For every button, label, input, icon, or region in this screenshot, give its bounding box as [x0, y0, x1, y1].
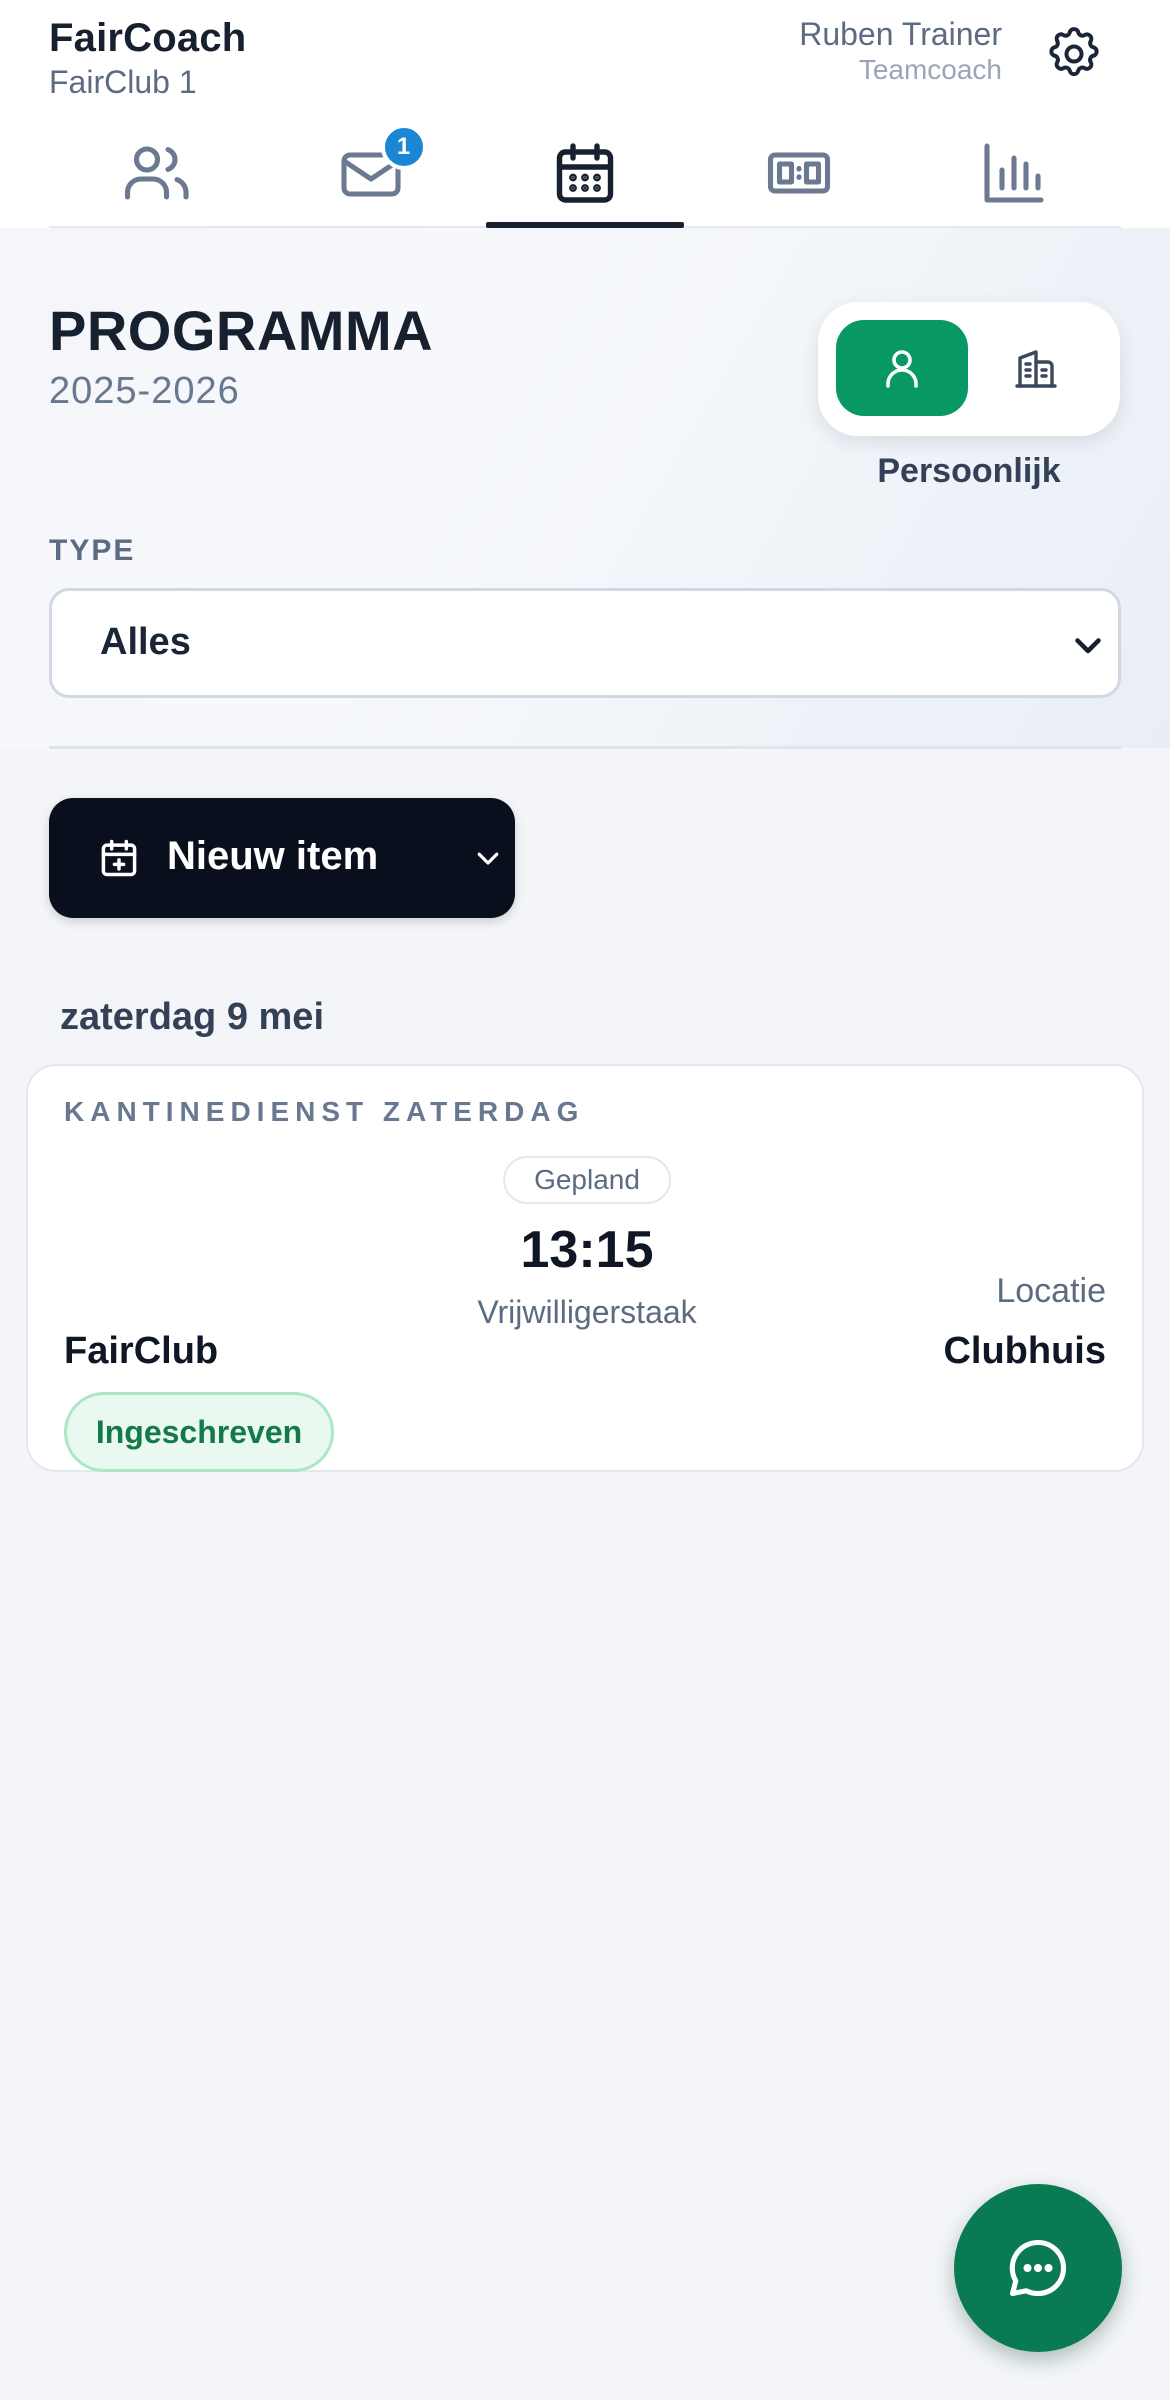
chat-button[interactable] [954, 2184, 1122, 2352]
unread-badge: 1 [380, 124, 427, 170]
event-subtitle: Vrijwilligerstaak [477, 1294, 697, 1330]
chat-bubble-icon [1009, 2239, 1067, 2297]
toggle-personal-button[interactable] [836, 320, 968, 416]
chevron-down-icon [477, 852, 499, 865]
app-name: FairCoach [49, 16, 247, 60]
event-type: KANTINEDIENST ZATERDAG [64, 1096, 585, 1127]
event-team: FairClub [64, 1330, 219, 1372]
calendar-plus-icon [101, 839, 137, 877]
tab-messages[interactable]: 1 [263, 120, 477, 226]
schedule-card[interactable]: KANTINEDIENST ZATERDAG Gepland 13:15 Vri… [26, 1064, 1144, 1472]
club-name[interactable]: FairClub 1 [49, 64, 197, 101]
building-icon [1015, 350, 1057, 388]
scoreboard-icon [768, 152, 831, 194]
team-icon [125, 146, 189, 200]
type-filter-label: TYPE [49, 534, 136, 567]
enrollment-badge[interactable]: Ingeschreven [64, 1392, 334, 1472]
new-item-label: Nieuw item [167, 834, 379, 878]
tab-calendar[interactable] [478, 120, 692, 228]
day-heading: zaterdag 9 mei [60, 996, 324, 1038]
event-time: 13:15 [520, 1221, 654, 1279]
status-badge: Gepland [503, 1156, 671, 1204]
gear-icon[interactable] [1044, 24, 1104, 84]
stats-icon [984, 143, 1044, 203]
view-toggle-label: Persoonlijk [877, 452, 1061, 490]
location-value: Clubhuis [943, 1330, 1106, 1372]
location-label: Locatie [996, 1272, 1106, 1310]
user-name[interactable]: Ruben Trainer [799, 16, 1002, 53]
type-filter-select[interactable]: Alles [49, 588, 1121, 698]
new-item-button[interactable]: Nieuw item [49, 798, 515, 918]
app-header: FairCoach FairClub 1 Ruben Trainer Teamc… [0, 0, 1170, 228]
tab-scoreboard[interactable] [692, 120, 906, 226]
view-toggle [818, 302, 1120, 436]
page-title: PROGRAMMA [49, 299, 434, 362]
type-filter-value: Alles [100, 621, 191, 663]
user-role: Teamcoach [858, 54, 1002, 85]
toggle-club-button[interactable] [970, 320, 1102, 416]
chevron-down-icon [1075, 638, 1101, 654]
tab-stats[interactable] [907, 120, 1121, 226]
season-label: 2025-2026 [49, 370, 240, 412]
person-icon [886, 350, 918, 388]
main-content: PROGRAMMA 2025-2026 Persoonlijk TYPE All… [0, 228, 1170, 2400]
calendar-icon [556, 143, 614, 203]
tab-team[interactable] [49, 120, 263, 226]
divider [49, 746, 1121, 749]
main-tabs: 1 [49, 120, 1121, 228]
